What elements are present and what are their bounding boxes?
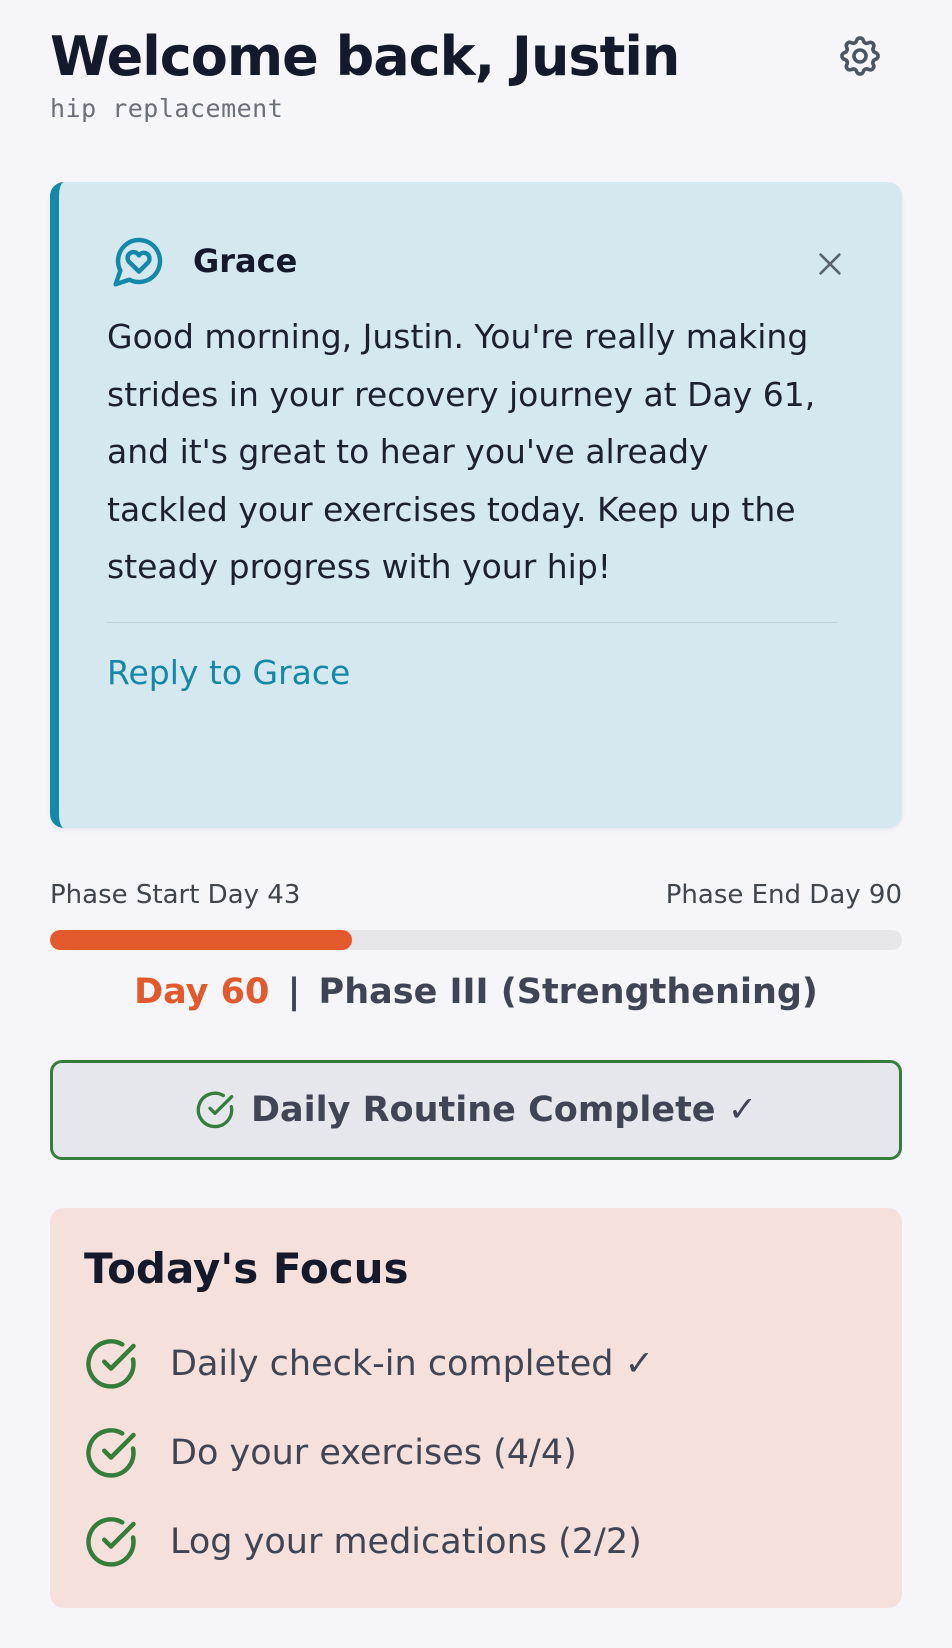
page-title: Welcome back, Justin (50, 25, 680, 88)
close-icon[interactable] (814, 248, 846, 280)
phase-progress-bar (50, 930, 902, 950)
focus-item-label: Do your exercises (4/4) (170, 1432, 577, 1473)
gear-icon[interactable] (836, 32, 884, 80)
daily-routine-label: Daily Routine Complete ✓ (250, 1090, 758, 1130)
phase-end-label: Phase End Day 90 (665, 880, 902, 910)
divider (107, 621, 837, 623)
grace-message-card: Grace Good morning, Justin. You're reall… (50, 182, 902, 828)
phase-labels: Phase Start Day 43 Phase End Day 90 (50, 880, 902, 910)
phase-start-label: Phase Start Day 43 (50, 880, 301, 910)
dashboard-page: Welcome back, Justin hip replacement Gra… (0, 0, 952, 1648)
grace-name: Grace (193, 242, 298, 280)
grace-header: Grace (111, 230, 846, 292)
condition-subtitle: hip replacement (50, 94, 284, 123)
header: Welcome back, Justin hip replacement (50, 0, 902, 160)
reply-to-grace-link[interactable]: Reply to Grace (107, 653, 350, 692)
grace-message-text: Good morning, Justin. You're really maki… (107, 317, 816, 586)
todays-focus-card: Today's Focus Daily check-in completed ✓… (50, 1208, 902, 1608)
heart-chat-icon (111, 233, 167, 289)
focus-item: Daily check-in completed ✓ (84, 1319, 868, 1408)
daily-routine-button[interactable]: Daily Routine Complete ✓ (50, 1060, 902, 1160)
focus-item-label: Log your medications (2/2) (170, 1521, 642, 1562)
focus-item-label: Daily check-in completed ✓ (170, 1343, 654, 1384)
check-circle-icon (84, 1515, 138, 1569)
phase-name: Phase III (Strengthening) (318, 972, 818, 1012)
current-day-line: Day 60 | Phase III (Strengthening) (50, 972, 902, 1012)
day-separator: | (287, 972, 301, 1012)
focus-item: Log your medications (2/2) (84, 1497, 868, 1586)
check-circle-icon (84, 1426, 138, 1480)
focus-title: Today's Focus (84, 1244, 409, 1293)
check-circle-icon (84, 1337, 138, 1391)
phase-progress-fill (50, 930, 353, 950)
check-circle-icon (195, 1090, 235, 1130)
focus-item: Do your exercises (4/4) (84, 1408, 868, 1497)
current-day: Day 60 (134, 972, 270, 1012)
